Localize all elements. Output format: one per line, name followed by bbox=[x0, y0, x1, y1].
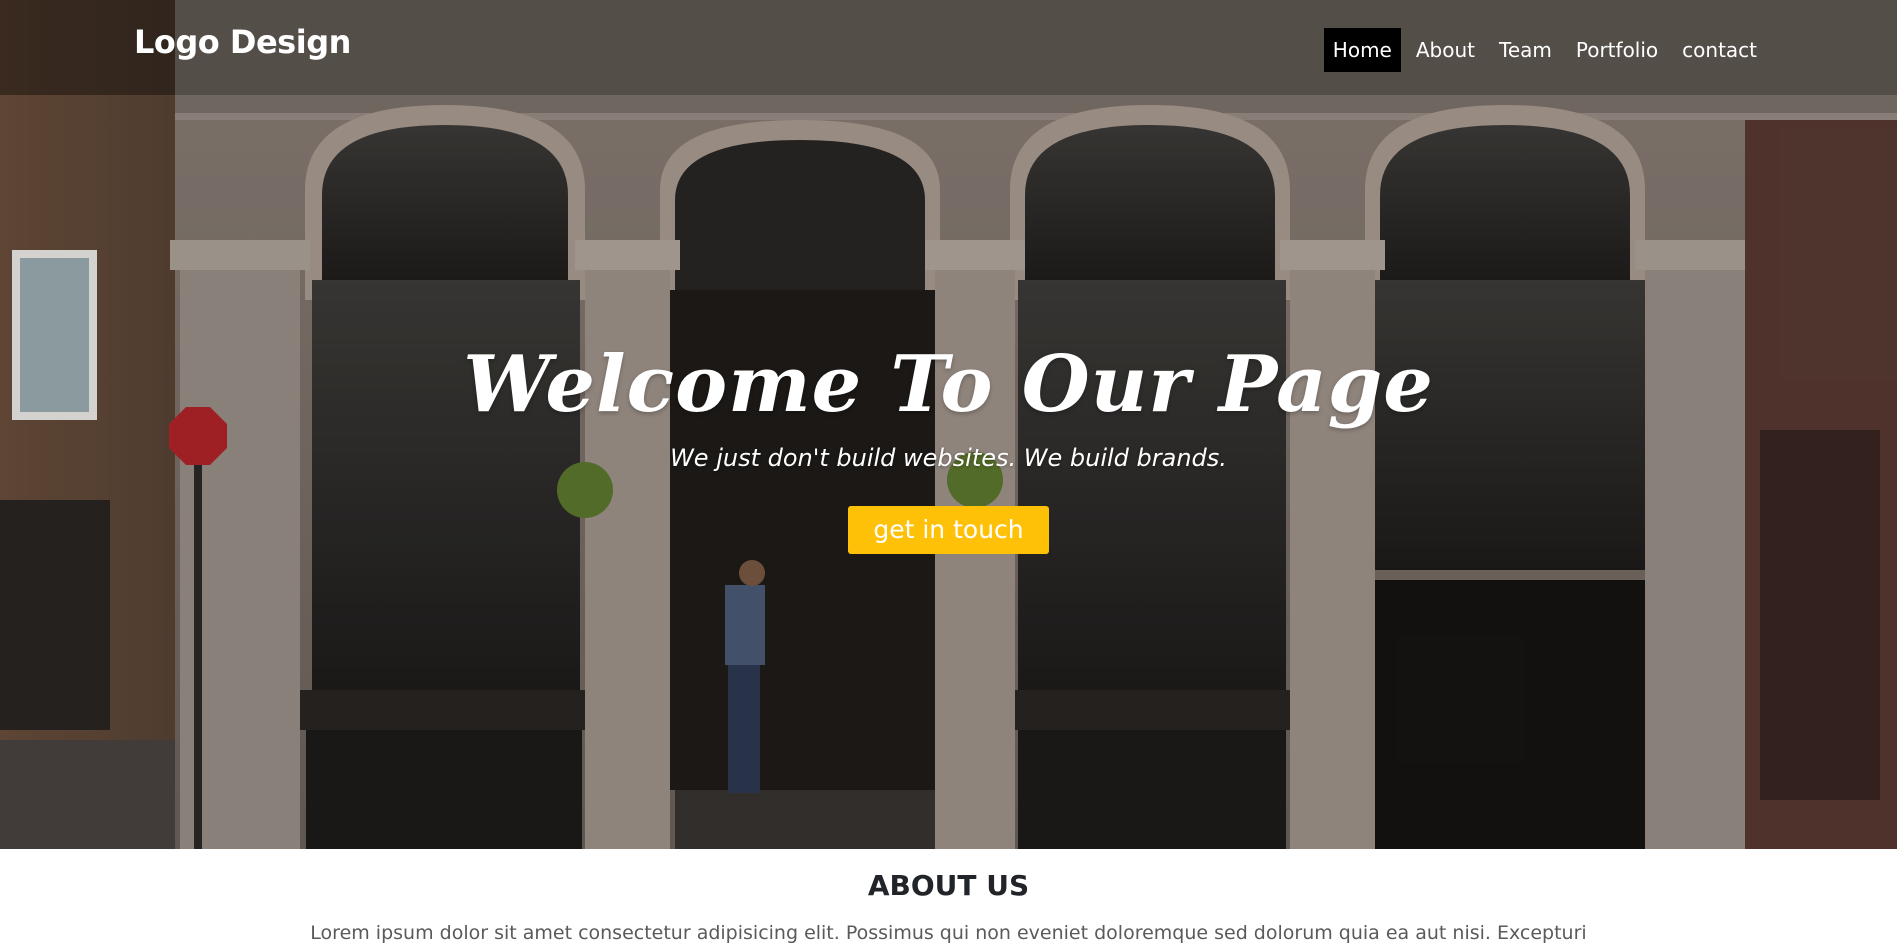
hero-content: Welcome To Our Page We just don't build … bbox=[0, 339, 1897, 555]
nav-item-about[interactable]: About bbox=[1407, 28, 1484, 72]
hero-title: Welcome To Our Page bbox=[463, 339, 1434, 430]
about-section: ABOUT US Lorem ipsum dolor sit amet cons… bbox=[0, 849, 1897, 944]
hero-section: Welcome To Our Page We just don't build … bbox=[0, 0, 1897, 849]
hero-subtitle: We just don't build websites. We build b… bbox=[670, 443, 1227, 472]
about-heading: ABOUT US bbox=[867, 869, 1030, 902]
nav-item-team[interactable]: Team bbox=[1490, 28, 1561, 72]
nav-item-home[interactable]: Home bbox=[1323, 28, 1401, 72]
logo[interactable]: Logo Design bbox=[134, 26, 351, 58]
navbar: Logo Design Home About Team Portfolio co… bbox=[0, 0, 1897, 95]
get-in-touch-button[interactable]: get in touch bbox=[848, 506, 1049, 555]
about-text: Lorem ipsum dolor sit amet consectetur a… bbox=[310, 921, 1587, 944]
nav-item-contact[interactable]: contact bbox=[1673, 28, 1766, 72]
main-nav: Home About Team Portfolio contact bbox=[1323, 28, 1766, 72]
nav-item-portfolio[interactable]: Portfolio bbox=[1567, 28, 1667, 72]
